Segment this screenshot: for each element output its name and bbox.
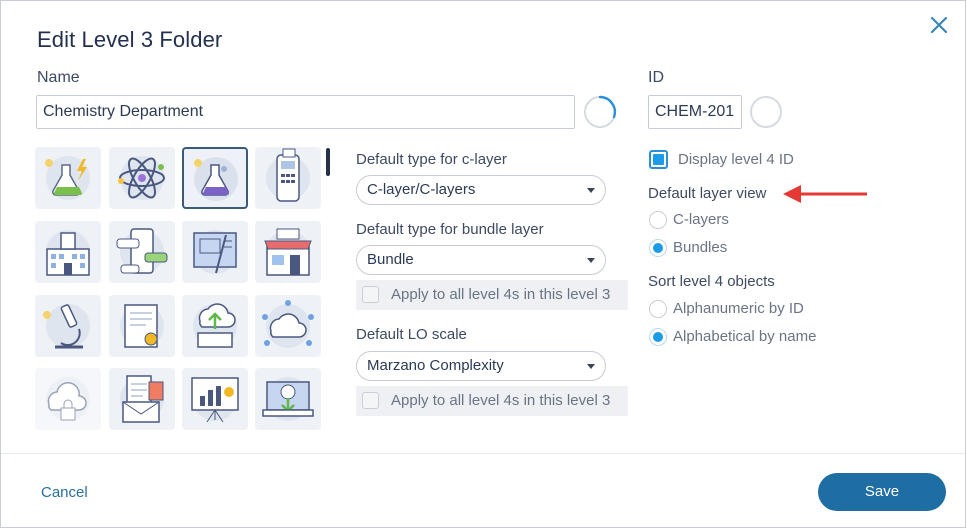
email-documents-icon[interactable] [109, 368, 175, 430]
flask-lightning-icon[interactable] [35, 147, 101, 209]
radio-alphanumeric-id-label: Alphanumeric by ID [673, 300, 804, 317]
chevron-down-icon [587, 188, 595, 193]
clayer-type-value: C-layer/C-layers [367, 181, 476, 198]
bundle-apply-label: Apply to all level 4s in this level 3 [391, 286, 611, 303]
cancel-button[interactable]: Cancel [41, 484, 88, 501]
atom-icon[interactable] [109, 147, 175, 209]
sort-title: Sort level 4 objects [648, 273, 775, 290]
close-icon[interactable] [927, 13, 951, 37]
name-input[interactable] [36, 95, 575, 129]
cloud-lock-icon[interactable] [35, 368, 101, 430]
bundle-apply-checkbox[interactable] [362, 286, 379, 303]
dialog-title: Edit Level 3 Folder [37, 27, 223, 52]
lo-scale-apply-label: Apply to all level 4s in this level 3 [391, 392, 611, 409]
footer-divider [1, 453, 965, 454]
chevron-down-icon [587, 258, 595, 263]
lo-scale-apply-row: Apply to all level 4s in this level 3 [356, 386, 628, 416]
lo-scale-value: Marzano Complexity [367, 357, 504, 374]
radio-alphanumeric-id[interactable] [649, 300, 667, 318]
radio-clayers[interactable] [649, 211, 667, 229]
storefront-icon[interactable] [255, 221, 321, 283]
cloud-upload-laptop-icon[interactable] [182, 295, 248, 357]
laptop-download-icon[interactable] [255, 368, 321, 430]
radio-clayers-label: C-layers [673, 211, 729, 228]
mobile-chat-icon[interactable] [109, 221, 175, 283]
lo-scale-label: Default LO scale [356, 326, 467, 343]
bundle-apply-row: Apply to all level 4s in this level 3 [356, 280, 628, 310]
chevron-down-icon [587, 364, 595, 369]
certificate-icon[interactable] [109, 295, 175, 357]
clayer-type-label: Default type for c-layer [356, 151, 507, 168]
cloud-network-icon[interactable] [255, 295, 321, 357]
layer-view-title: Default layer view [648, 185, 767, 202]
blueprint-icon[interactable] [182, 221, 248, 283]
edit-folder-dialog: Edit Level 3 Folder Name ID Default type… [0, 0, 966, 528]
lo-scale-select[interactable]: Marzano Complexity [356, 351, 606, 381]
id-label: ID [648, 69, 664, 86]
display-id-checkbox[interactable] [649, 150, 668, 169]
city-building-icon[interactable] [35, 221, 101, 283]
radio-bundles[interactable] [649, 239, 667, 257]
lo-scale-apply-checkbox[interactable] [362, 392, 379, 409]
icon-picker-scrollbar[interactable] [326, 148, 330, 176]
annotation-arrow-icon [781, 183, 869, 210]
radio-bundles-label: Bundles [673, 239, 728, 256]
display-id-label: Display level 4 ID [678, 151, 794, 168]
bundle-type-value: Bundle [367, 251, 414, 268]
loading-spinner-icon [583, 95, 617, 129]
clayer-type-select[interactable]: C-layer/C-layers [356, 175, 606, 205]
id-input[interactable] [648, 95, 742, 129]
flask-icon[interactable] [182, 147, 248, 209]
name-label: Name [37, 69, 80, 86]
radio-alphabetical-name-label: Alphabetical by name [673, 328, 817, 345]
microscope-icon[interactable] [35, 295, 101, 357]
radio-alphabetical-name[interactable] [649, 328, 667, 346]
id-status-circle-icon [749, 95, 783, 129]
presentation-chart-icon[interactable] [182, 368, 248, 430]
save-button[interactable]: Save [818, 473, 946, 511]
bundle-type-select[interactable]: Bundle [356, 245, 606, 275]
bundle-type-label: Default type for bundle layer [356, 221, 544, 238]
payment-terminal-icon[interactable] [255, 147, 321, 209]
